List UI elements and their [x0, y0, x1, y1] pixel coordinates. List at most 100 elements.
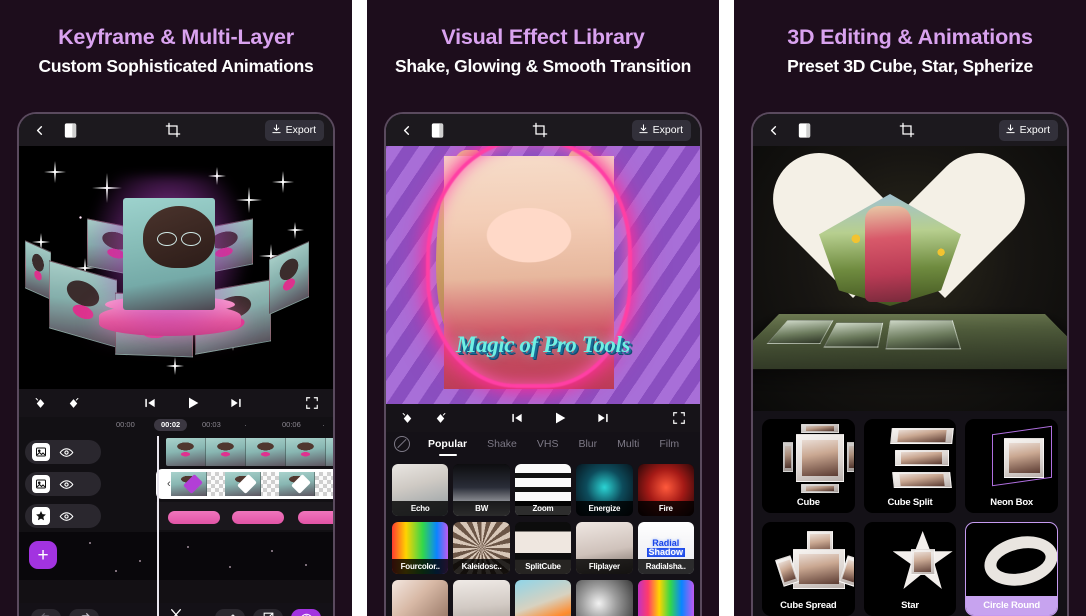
center-subject: [87, 176, 251, 344]
eye-icon[interactable]: [58, 508, 74, 524]
effect-item[interactable]: Energize: [576, 464, 633, 516]
tab-shake[interactable]: Shake: [477, 438, 527, 450]
layers-icon[interactable]: [793, 119, 815, 141]
keyframe-next-icon[interactable]: [63, 393, 84, 414]
redo-icon[interactable]: [69, 608, 99, 616]
layers-icon[interactable]: [59, 119, 81, 141]
carousel-animation: [19, 146, 333, 389]
keyframe-prev-icon[interactable]: [397, 408, 418, 429]
keyframe-next-icon[interactable]: [430, 408, 451, 429]
effect-pill[interactable]: [232, 511, 284, 524]
effect-eye-icon[interactable]: [291, 608, 321, 616]
page-subtitle: Preset 3D Cube, Star, Spherize: [787, 55, 1033, 76]
effect-item[interactable]: Radial Shadow Radialsha..: [637, 522, 694, 574]
effect-item[interactable]: Zoom: [514, 464, 572, 516]
export-button[interactable]: Export: [264, 119, 325, 141]
track-chip-effect[interactable]: [25, 504, 101, 528]
phone-mockup-2: Export Magic of Pro Tools Popular Shake …: [384, 112, 702, 616]
3d-preset-label: Cube Split: [887, 497, 933, 508]
panel-visual-effect-library: Visual Effect Library Shake, Glowing & S…: [367, 0, 719, 616]
skip-forward-icon[interactable]: [592, 408, 613, 429]
crop-icon[interactable]: [896, 119, 918, 141]
selected-clip[interactable]: ‹: [156, 469, 333, 499]
effect-item[interactable]: Vibrance: [514, 580, 572, 616]
effect-item[interactable]: Echo: [392, 464, 449, 516]
fullscreen-icon[interactable]: [668, 408, 689, 429]
track-row[interactable]: ‹: [19, 468, 333, 500]
panel-gap: [719, 0, 734, 616]
ruler-tick-current: 00:02: [154, 418, 188, 431]
skip-back-icon[interactable]: [139, 393, 160, 414]
effect-item[interactable]: BW: [453, 464, 510, 516]
timeline-1[interactable]: 00:00 00:02 00:03 · 00:06 · ‹ +: [19, 417, 333, 616]
screenshot-stage: Keyframe & Multi-Layer Custom Sophistica…: [0, 0, 1086, 616]
track-row[interactable]: [19, 500, 333, 532]
effect-item[interactable]: Ridges: [576, 580, 633, 616]
export-label: Export: [1019, 124, 1051, 136]
play-icon[interactable]: [182, 393, 203, 414]
track-chip-image-2[interactable]: [25, 472, 101, 496]
app-toolbar-2: Export: [386, 114, 700, 146]
3d-preset-item[interactable]: Neon Box: [965, 419, 1058, 513]
effect-item[interactable]: Radialsha..: [637, 580, 694, 616]
keyframe-strip[interactable]: [170, 472, 333, 496]
track-row[interactable]: [19, 436, 333, 468]
tab-popular[interactable]: Popular: [418, 438, 477, 450]
add-layer-row[interactable]: +: [19, 532, 333, 580]
keyframe-prev-icon[interactable]: [30, 393, 51, 414]
eye-icon[interactable]: [58, 444, 74, 460]
export-button[interactable]: Export: [998, 119, 1059, 141]
effect-track[interactable]: [156, 502, 333, 530]
effect-pill[interactable]: [298, 511, 333, 524]
bottom-toolbar-1: [19, 603, 333, 616]
layers-icon[interactable]: [426, 119, 448, 141]
eye-icon[interactable]: [58, 476, 74, 492]
no-effect-icon[interactable]: [394, 436, 410, 452]
tab-blur[interactable]: Blur: [568, 438, 607, 450]
timeline-clip-image[interactable]: [166, 438, 333, 466]
effect-item[interactable]: Fliplayer: [576, 522, 633, 574]
fullscreen-icon[interactable]: [301, 393, 322, 414]
3d-preset-item[interactable]: Cube Spread: [762, 522, 855, 616]
tab-film[interactable]: Film: [649, 438, 689, 450]
skip-forward-icon[interactable]: [225, 393, 246, 414]
effect-item[interactable]: Fire: [637, 464, 694, 516]
effect-item[interactable]: TileRotate: [392, 580, 449, 616]
add-layer-button[interactable]: +: [29, 541, 57, 569]
crop-icon[interactable]: [529, 119, 551, 141]
playhead[interactable]: [157, 436, 159, 616]
3d-preset-item[interactable]: Cube Split: [863, 419, 957, 513]
video-preview-1[interactable]: [19, 146, 333, 389]
play-icon[interactable]: [549, 408, 570, 429]
3d-preset-item[interactable]: Circle Round: [965, 522, 1058, 616]
chevron-left-icon[interactable]: [28, 119, 50, 141]
page-title: 3D Editing & Animations: [787, 25, 1033, 49]
timeline-tracks: ‹: [19, 436, 333, 532]
export-button[interactable]: Export: [631, 119, 692, 141]
panel-3-header: 3D Editing & Animations Preset 3D Cube, …: [734, 0, 1086, 76]
effect-item[interactable]: Fourcolor..: [392, 522, 449, 574]
chevron-left-icon[interactable]: [762, 119, 784, 141]
tab-multi[interactable]: Multi: [607, 438, 649, 450]
scissors-icon[interactable]: [168, 607, 184, 616]
effect-item[interactable]: Rays: [453, 580, 510, 616]
curve-icon[interactable]: [215, 608, 245, 616]
video-preview-3[interactable]: [753, 146, 1067, 411]
skip-back-icon[interactable]: [506, 408, 527, 429]
crop-icon[interactable]: [162, 119, 184, 141]
preset-artwork: [763, 420, 854, 496]
panel-keyframe-multilayer: Keyframe & Multi-Layer Custom Sophistica…: [0, 0, 352, 616]
3d-preset-label: Cube Spread: [780, 600, 837, 611]
video-preview-2[interactable]: Magic of Pro Tools: [386, 146, 700, 404]
3d-preset-item[interactable]: Star: [863, 522, 957, 616]
effect-item[interactable]: SplitCube: [514, 522, 572, 574]
track-chip-image-1[interactable]: [25, 440, 101, 464]
frame-icon[interactable]: [253, 608, 283, 616]
3d-preset-item[interactable]: Cube: [762, 419, 855, 513]
effect-pill[interactable]: [168, 511, 220, 524]
undo-icon[interactable]: [31, 608, 61, 616]
effect-item[interactable]: Kaleidosc..: [453, 522, 510, 574]
tab-vhs[interactable]: VHS: [527, 438, 569, 450]
chevron-left-icon[interactable]: [395, 119, 417, 141]
timeline-ruler[interactable]: 00:00 00:02 00:03 · 00:06 ·: [19, 417, 333, 436]
